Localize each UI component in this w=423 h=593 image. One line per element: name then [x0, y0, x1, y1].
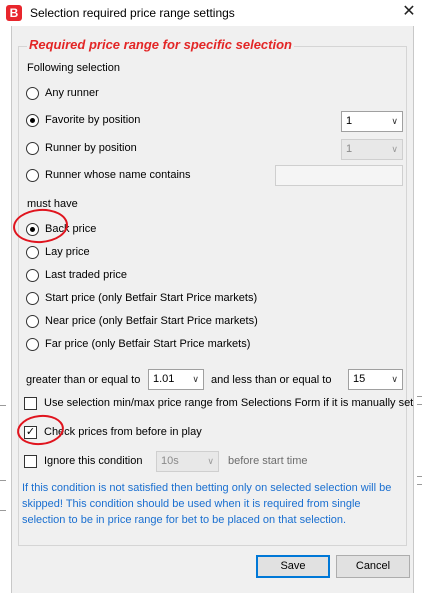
background-separator — [0, 405, 6, 406]
chevron-down-icon: ∨ — [391, 374, 398, 384]
close-icon[interactable]: ✕ — [398, 1, 420, 23]
gte-price-value: 1.01 — [153, 373, 175, 385]
radio-far-price[interactable] — [26, 338, 39, 351]
chevron-down-icon: ∨ — [391, 116, 398, 126]
info-text: If this condition is not satisfied then … — [22, 482, 392, 526]
background-window-left-edge — [0, 26, 12, 593]
lte-label: and less than or equal to — [211, 374, 332, 386]
background-separator — [0, 480, 6, 481]
lte-price-value: 15 — [353, 373, 366, 385]
app-logo-icon: B — [6, 5, 22, 21]
radio-runner-by-position[interactable] — [26, 142, 39, 155]
runner-name-input[interactable] — [275, 165, 403, 186]
radio-start-price[interactable] — [26, 292, 39, 305]
radio-near-price-label[interactable]: Near price (only Betfair Start Price mar… — [45, 315, 258, 327]
window-title: Selection required price range settings — [30, 6, 235, 20]
gte-label: greater than or equal to — [26, 374, 141, 386]
radio-far-price-label[interactable]: Far price (only Betfair Start Price mark… — [45, 338, 250, 350]
radio-start-price-label[interactable]: Start price (only Betfair Start Price ma… — [45, 292, 257, 304]
radio-runner-name-contains[interactable] — [26, 169, 39, 182]
use-selection-range-label[interactable]: Use selection min/max price range from S… — [44, 397, 413, 409]
background-separator — [0, 510, 6, 511]
runner-position-select[interactable]: 1 ∨ — [341, 139, 403, 160]
cancel-button[interactable]: Cancel — [336, 555, 410, 578]
gte-price-select[interactable]: 1.01 ∨ — [148, 369, 204, 390]
radio-any-runner[interactable] — [26, 87, 39, 100]
before-start-time-label: before start time — [228, 455, 308, 467]
following-selection-heading: Following selection — [27, 62, 120, 74]
group-title: Required price range for specific select… — [27, 37, 294, 52]
radio-runner-name-contains-label[interactable]: Runner whose name contains — [45, 169, 191, 181]
runner-position-value: 1 — [346, 143, 353, 155]
ignore-condition-checkbox[interactable] — [24, 455, 37, 468]
radio-favorite-by-position[interactable] — [26, 114, 39, 127]
radio-lay-price-label[interactable]: Lay price — [45, 246, 90, 258]
favorite-position-value: 1 — [346, 115, 353, 127]
must-have-heading: must have — [27, 198, 78, 210]
radio-lay-price[interactable] — [26, 246, 39, 259]
radio-near-price[interactable] — [26, 315, 39, 328]
chevron-down-icon: ∨ — [391, 144, 398, 154]
lte-price-select[interactable]: 15 ∨ — [348, 369, 403, 390]
chevron-down-icon: ∨ — [207, 456, 214, 466]
check-before-inplay-label[interactable]: Check prices from before in play — [44, 426, 202, 438]
use-selection-range-checkbox[interactable] — [24, 397, 37, 410]
ignore-time-value: 10s — [161, 455, 179, 467]
radio-last-traded-price[interactable] — [26, 269, 39, 282]
chevron-down-icon: ∨ — [192, 374, 199, 384]
ignore-condition-label[interactable]: Ignore this condition — [44, 455, 142, 467]
ignore-time-select[interactable]: 10s ∨ — [156, 451, 219, 472]
background-window-right-edge — [413, 26, 423, 593]
favorite-position-select[interactable]: 1 ∨ — [341, 111, 403, 132]
radio-favorite-by-position-label[interactable]: Favorite by position — [45, 114, 140, 126]
radio-any-runner-label[interactable]: Any runner — [45, 87, 99, 99]
save-button[interactable]: Save — [256, 555, 330, 578]
radio-runner-by-position-label[interactable]: Runner by position — [45, 142, 137, 154]
radio-last-traded-price-label[interactable]: Last traded price — [45, 269, 127, 281]
